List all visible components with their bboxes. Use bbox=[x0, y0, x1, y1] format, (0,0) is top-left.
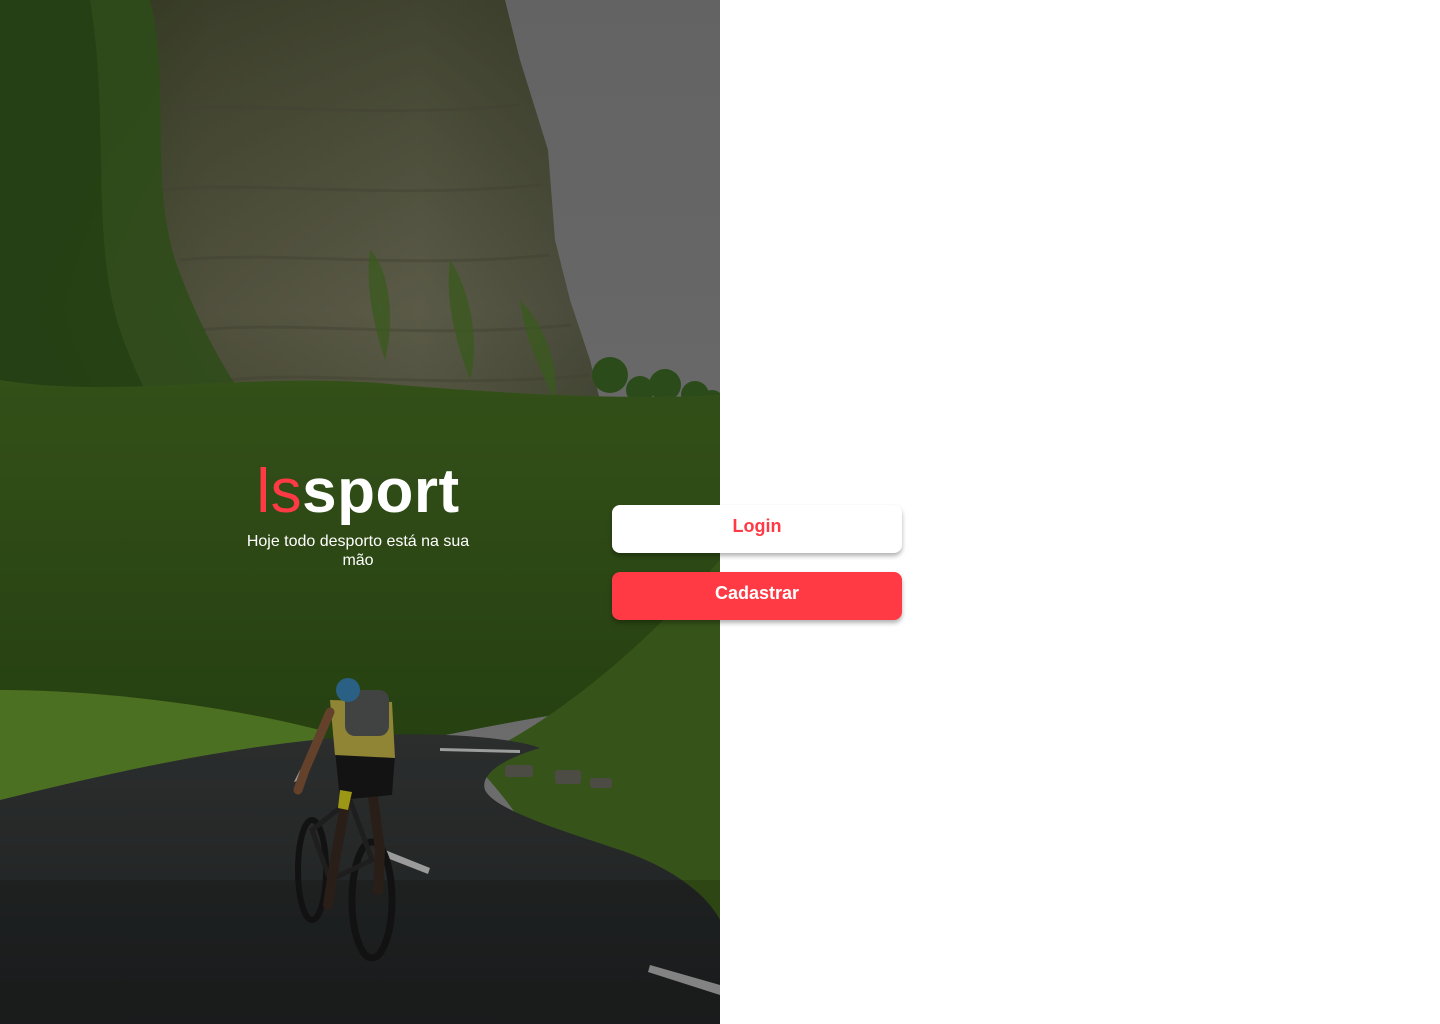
register-button[interactable]: Cadastrar bbox=[612, 572, 902, 620]
logo-prefix: ls bbox=[256, 457, 303, 526]
landing-page: lssport Hoje todo desporto está na sua m… bbox=[0, 0, 1440, 1024]
brand-block: lssport Hoje todo desporto está na sua m… bbox=[230, 456, 486, 570]
logo-wordmark: sport bbox=[302, 457, 460, 526]
logo: lssport bbox=[230, 456, 486, 528]
tagline: Hoje todo desporto está na sua mão bbox=[246, 533, 470, 569]
login-button[interactable]: Login bbox=[612, 505, 902, 553]
